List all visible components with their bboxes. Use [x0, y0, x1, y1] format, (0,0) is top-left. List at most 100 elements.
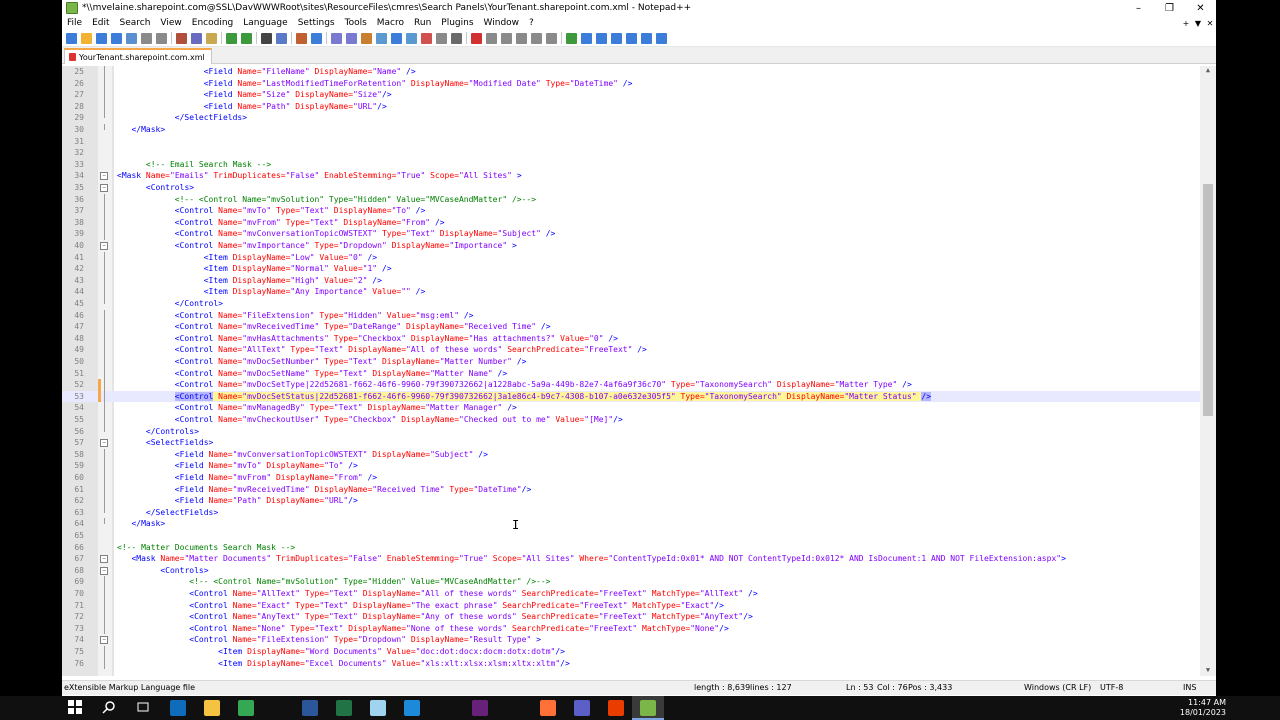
code-line[interactable]: 48 <Control Name="mvHasAttachments" Type…: [62, 332, 1200, 345]
menu-window[interactable]: Window: [479, 18, 525, 28]
code-line[interactable]: 29 </SelectFields>: [62, 112, 1200, 124]
file-explorer-icon[interactable]: [204, 700, 220, 716]
code-line[interactable]: 52 <Control Name="mvDocSetType|22d52681-…: [62, 379, 1200, 391]
code-line[interactable]: 31: [62, 136, 1200, 148]
menu-tools[interactable]: Tools: [340, 18, 372, 28]
code-line[interactable]: 60 <Field Name="mvFrom" DisplayName="Fro…: [62, 472, 1200, 484]
toolbar-button-icon[interactable]: [296, 32, 307, 44]
fold-toggle-icon[interactable]: −: [100, 242, 108, 250]
tab-list-icon[interactable]: ▼: [1192, 19, 1204, 28]
code-line[interactable]: 47 <Control Name="mvReceivedTime" Type="…: [62, 321, 1200, 333]
toolbar-button-icon[interactable]: [111, 32, 122, 44]
toolbar-button-icon[interactable]: [96, 32, 107, 44]
fold-toggle-icon[interactable]: −: [100, 636, 108, 645]
menu-macro[interactable]: Macro: [372, 18, 409, 28]
toolbar-button-icon[interactable]: [596, 32, 607, 44]
toolbar-button-icon[interactable]: [376, 32, 387, 44]
search-icon[interactable]: [102, 700, 118, 716]
toolbar-button-icon[interactable]: [546, 32, 557, 44]
code-line[interactable]: 57 − <SelectFields>: [62, 437, 1200, 449]
windows-start-icon[interactable]: [68, 700, 84, 716]
toolbar-button-icon[interactable]: [176, 32, 187, 44]
toolbar-button-icon[interactable]: [226, 32, 237, 44]
fold-toggle-icon[interactable]: −: [100, 184, 108, 192]
code-line[interactable]: 70 <Control Name="AllText" Type="Text" D…: [62, 588, 1200, 600]
menu-search[interactable]: Search: [115, 18, 156, 28]
scroll-thumb[interactable]: [1203, 184, 1213, 416]
code-line[interactable]: 75 <Item DisplayName="Word Documents" Va…: [62, 646, 1200, 658]
code-line[interactable]: 59 <Field Name="mvTo" DisplayName="To" /…: [62, 460, 1200, 472]
code-line[interactable]: 39 <Control Name="mvConversationTopicOWS…: [62, 228, 1200, 240]
toolbar-button-icon[interactable]: [391, 32, 402, 44]
notepad-plus-plus-icon[interactable]: [640, 700, 656, 716]
task-view-icon[interactable]: [136, 700, 152, 716]
menu-edit[interactable]: Edit: [87, 18, 114, 28]
fold-toggle-icon[interactable]: −: [100, 439, 108, 448]
system-clock[interactable]: 11:47 AM 18/01/2023: [1164, 698, 1226, 718]
code-line[interactable]: 49 <Control Name="AllText" Type="Text" D…: [62, 344, 1200, 356]
code-line[interactable]: 58 <Field Name="mvConversationTopicOWSTE…: [62, 448, 1200, 461]
scroll-up-icon[interactable]: ▲: [1200, 66, 1216, 76]
code-line[interactable]: 34 − <Mask Name="Emails" TrimDuplicates="F…: [62, 170, 1200, 182]
toolbar-button-icon[interactable]: [311, 32, 322, 44]
tab-yourtenant[interactable]: YourTenant.sharepoint.com.xml: [64, 48, 212, 64]
toolbar-button-icon[interactable]: [656, 32, 667, 44]
office-icon[interactable]: [608, 700, 624, 716]
code-editor[interactable]: 25 <Field Name="FileName" DisplayName="N…: [62, 66, 1216, 676]
restore-button[interactable]: ❐: [1154, 3, 1185, 14]
code-line[interactable]: 32: [62, 147, 1200, 159]
teams-icon[interactable]: [574, 700, 590, 716]
code-line[interactable]: 36 <!-- <Control Name="mvSolution" Type=…: [62, 193, 1200, 206]
code-line[interactable]: 43 <Item DisplayName="High" Value="2" />: [62, 274, 1200, 287]
code-line[interactable]: 25 <Field Name="FileName" DisplayName="N…: [62, 66, 1200, 78]
code-line[interactable]: 38 <Control Name="mvFrom" Type="Text" Di…: [62, 216, 1200, 229]
toolbar-button-icon[interactable]: [191, 32, 202, 44]
code-line[interactable]: 44 <Item DisplayName="Any Importance" Va…: [62, 286, 1200, 298]
code-line[interactable]: 28 <Field Name="Path" DisplayName="URL"/…: [62, 100, 1200, 113]
code-line[interactable]: 63 </SelectFields>: [62, 506, 1200, 519]
toolbar-button-icon[interactable]: [361, 32, 372, 44]
code-line[interactable]: 64 </Mask>: [62, 518, 1200, 530]
outlook-calendar-icon[interactable]: [404, 700, 420, 716]
menu-file[interactable]: File: [62, 18, 87, 28]
close-tab-icon[interactable]: ✕: [1204, 19, 1216, 28]
toolbar-button-icon[interactable]: [126, 32, 137, 44]
toolbar-button-icon[interactable]: [581, 32, 592, 44]
toolbar-button-icon[interactable]: [501, 32, 512, 44]
menu-run[interactable]: Run: [409, 18, 436, 28]
close-button[interactable]: ✕: [1185, 3, 1216, 14]
toolbar-button-icon[interactable]: [531, 32, 542, 44]
toolbar-button-icon[interactable]: [241, 32, 252, 44]
toolbar-button-icon[interactable]: [611, 32, 622, 44]
status-eol[interactable]: Windows (CR LF): [1024, 683, 1091, 692]
code-line[interactable]: 37 <Control Name="mvTo" Type="Text" Disp…: [62, 205, 1200, 217]
toolbar-button-icon[interactable]: [566, 32, 577, 44]
toolbar-button-icon[interactable]: [451, 32, 462, 44]
toolbar-button-icon[interactable]: [331, 32, 342, 44]
code-line[interactable]: 53 <Control Name="mvDocSetStatus|22d5268…: [62, 390, 1200, 403]
toolbar-button-icon[interactable]: [261, 32, 272, 44]
menu-encoding[interactable]: Encoding: [187, 18, 238, 28]
scroll-down-icon[interactable]: ▼: [1200, 666, 1216, 676]
vertical-scrollbar[interactable]: ▲ ▼: [1200, 66, 1216, 676]
code-line[interactable]: 27 <Field Name="Size" DisplayName="Size"…: [62, 89, 1200, 101]
code-line[interactable]: 55 <Control Name="mvCheckoutUser" Type="…: [62, 414, 1200, 426]
code-line[interactable]: 46 <Control Name="FileExtension" Type="H…: [62, 309, 1200, 322]
toolbar-button-icon[interactable]: [471, 32, 482, 44]
code-line[interactable]: 56 </Controls>: [62, 425, 1200, 438]
toolbar-button-icon[interactable]: [406, 32, 417, 44]
code-line[interactable]: 72 <Control Name="AnyText" Type="Text" D…: [62, 611, 1200, 623]
word-icon[interactable]: [302, 700, 318, 716]
code-line[interactable]: 51 <Control Name="mvDocSetName" Type="Te…: [62, 367, 1200, 380]
toolbar-button-icon[interactable]: [486, 32, 497, 44]
code-line[interactable]: 41 <Item DisplayName="Low" Value="0" />: [62, 251, 1200, 264]
menu-view[interactable]: View: [155, 18, 186, 28]
code-line[interactable]: 67 − <Mask Name="Matter Documents" TrimDu…: [62, 553, 1200, 565]
menu-language[interactable]: Language: [238, 18, 292, 28]
code-line[interactable]: 30 </Mask>: [62, 124, 1200, 136]
minimize-button[interactable]: –: [1123, 3, 1154, 14]
chrome-icon[interactable]: [238, 700, 254, 716]
code-line[interactable]: 33 <!-- Email Search Mask -->: [62, 159, 1200, 171]
toolbar-button-icon[interactable]: [641, 32, 652, 44]
new-tab-icon[interactable]: +: [1180, 19, 1192, 28]
